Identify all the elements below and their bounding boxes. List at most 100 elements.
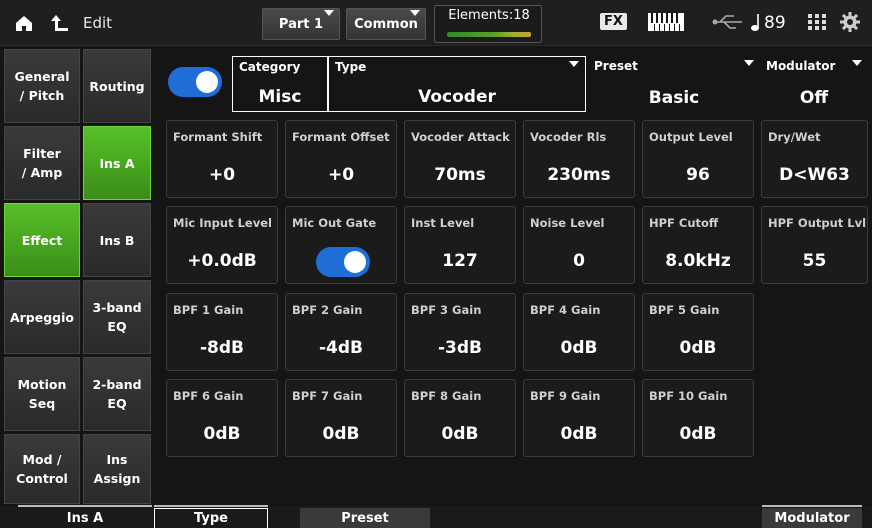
bottom-tab-preset[interactable]: Preset [300, 508, 430, 528]
home-icon[interactable] [14, 13, 34, 37]
param-label: BPF 6 Gain [173, 389, 244, 403]
level-meter [447, 32, 531, 37]
category-label: Category [239, 60, 301, 74]
param-label: Noise Level [530, 216, 605, 230]
tab-indicator [154, 505, 268, 507]
preset-field[interactable]: Preset Basic [588, 56, 760, 112]
param-bpf-7-gain[interactable]: BPF 7 Gain 0dB [285, 379, 397, 457]
param-dry-wet[interactable]: Dry/Wet D<W63 [761, 120, 868, 198]
param-value: 0 [573, 251, 585, 271]
param-label: BPF 1 Gain [173, 303, 244, 317]
param-bpf-2-gain[interactable]: BPF 2 Gain -4dB [285, 293, 397, 371]
bottom-tab-ins-a[interactable]: Ins A [18, 508, 152, 528]
tab-indicator [18, 505, 152, 507]
param-label: BPF 8 Gain [411, 389, 482, 403]
nav-motion-seq[interactable]: Motion Seq [4, 357, 80, 431]
part-label: Part 1 [278, 16, 324, 32]
param-label: Formant Shift [173, 130, 263, 144]
param-label: HPF Cutoff [649, 216, 719, 230]
param-value: 127 [442, 251, 478, 271]
nav-routing[interactable]: Routing [83, 49, 151, 123]
nav-general-pitch[interactable]: General / Pitch [4, 49, 80, 123]
toggle-knob [344, 251, 366, 273]
param-formant-shift[interactable]: Formant Shift +0 [166, 120, 278, 198]
nav-mod-control[interactable]: Mod / Control [4, 434, 80, 504]
param-bpf-6-gain[interactable]: BPF 6 Gain 0dB [166, 379, 278, 457]
elements-label: Elements:18 [448, 8, 530, 23]
elements-indicator[interactable]: Elements:18 [434, 5, 542, 43]
param-value: 96 [686, 165, 710, 185]
param-value: 0dB [560, 338, 598, 358]
param-value: +0 [208, 165, 236, 185]
param-label: BPF 10 Gain [649, 389, 728, 403]
nav-2-band-eq[interactable]: 2-band EQ [83, 357, 151, 431]
param-noise-level[interactable]: Noise Level 0 [523, 206, 635, 284]
nav-effect[interactable]: Effect [4, 203, 80, 277]
bottom-tab-modulator[interactable]: Modulator [762, 508, 862, 528]
param-label: Dry/Wet [768, 130, 821, 144]
param-value: -3dB [437, 338, 482, 358]
param-value: 8.0kHz [665, 251, 731, 271]
param-vocoder-attack[interactable]: Vocoder Attack 70ms [404, 120, 516, 198]
param-hpf-output-level[interactable]: HPF Output Lvl 55 [761, 206, 868, 284]
param-output-level[interactable]: Output Level 96 [642, 120, 754, 198]
param-bpf-5-gain[interactable]: BPF 5 Gain 0dB [642, 293, 754, 371]
param-inst-level[interactable]: Inst Level 127 [404, 206, 516, 284]
param-bpf-3-gain[interactable]: BPF 3 Gain -3dB [404, 293, 516, 371]
tab-indicator [762, 505, 862, 507]
nav-arpeggio[interactable]: Arpeggio [4, 280, 80, 354]
param-label: Inst Level [411, 216, 475, 230]
grid-menu-icon[interactable] [808, 14, 826, 34]
bottom-tab-type[interactable]: Type [154, 508, 268, 528]
fx-badge: FX [600, 13, 627, 30]
nav-filter-amp[interactable]: Filter / Amp [4, 126, 80, 200]
common-label: Common [354, 16, 418, 32]
param-label: Vocoder Rls [530, 130, 607, 144]
param-bpf-8-gain[interactable]: BPF 8 Gain 0dB [404, 379, 516, 457]
param-mic-out-gate[interactable]: Mic Out Gate [285, 206, 397, 284]
param-bpf-10-gain[interactable]: BPF 10 Gain 0dB [642, 379, 754, 457]
param-bpf-9-gain[interactable]: BPF 9 Gain 0dB [523, 379, 635, 457]
nav-ins-b[interactable]: Ins B [83, 203, 151, 277]
param-value: 0dB [203, 424, 241, 444]
param-hpf-cutoff[interactable]: HPF Cutoff 8.0kHz [642, 206, 754, 284]
nav-ins-assign[interactable]: Ins Assign [83, 434, 151, 504]
modulator-value: Off [799, 88, 829, 108]
tempo-value[interactable]: 89 [764, 13, 786, 33]
type-field[interactable]: Type Vocoder [328, 56, 586, 112]
param-value: 0dB [679, 424, 717, 444]
mic-out-gate-toggle[interactable] [316, 247, 370, 277]
effect-switch-toggle[interactable] [168, 67, 222, 97]
param-vocoder-release[interactable]: Vocoder Rls 230ms [523, 120, 635, 198]
tempo-note-icon [750, 13, 762, 37]
param-label: Mic Out Gate [292, 216, 377, 230]
param-value: D<W63 [779, 165, 850, 185]
param-value: -8dB [199, 338, 244, 358]
param-value: 0dB [441, 424, 479, 444]
param-label: BPF 9 Gain [530, 389, 601, 403]
param-label: BPF 7 Gain [292, 389, 363, 403]
keyboard-icon [648, 13, 684, 35]
gear-icon[interactable] [840, 12, 860, 36]
param-formant-offset[interactable]: Formant Offset +0 [285, 120, 397, 198]
part-selector-button[interactable]: Part 1 [262, 8, 340, 40]
category-field[interactable]: Category Misc [232, 56, 328, 112]
param-bpf-4-gain[interactable]: BPF 4 Gain 0dB [523, 293, 635, 371]
param-value: +0.0dB [187, 251, 257, 271]
param-value: -4dB [318, 338, 363, 358]
param-bpf-1-gain[interactable]: BPF 1 Gain -8dB [166, 293, 278, 371]
param-value: 70ms [434, 165, 486, 185]
edit-label: Edit [83, 14, 113, 32]
nav-3-band-eq[interactable]: 3-band EQ [83, 280, 151, 354]
nav-ins-a[interactable]: Ins A [83, 126, 151, 200]
modulator-field[interactable]: Modulator Off [760, 56, 868, 112]
common-button[interactable]: Common [346, 8, 426, 40]
dropdown-arrow-icon [324, 10, 334, 16]
back-arrow-icon[interactable] [48, 12, 70, 38]
category-value: Misc [258, 87, 302, 107]
param-value: +0 [327, 165, 355, 185]
preset-label: Preset [594, 59, 638, 73]
param-label: Output Level [649, 130, 733, 144]
type-label: Type [335, 60, 367, 74]
param-mic-input-level[interactable]: Mic Input Level +0.0dB [166, 206, 278, 284]
